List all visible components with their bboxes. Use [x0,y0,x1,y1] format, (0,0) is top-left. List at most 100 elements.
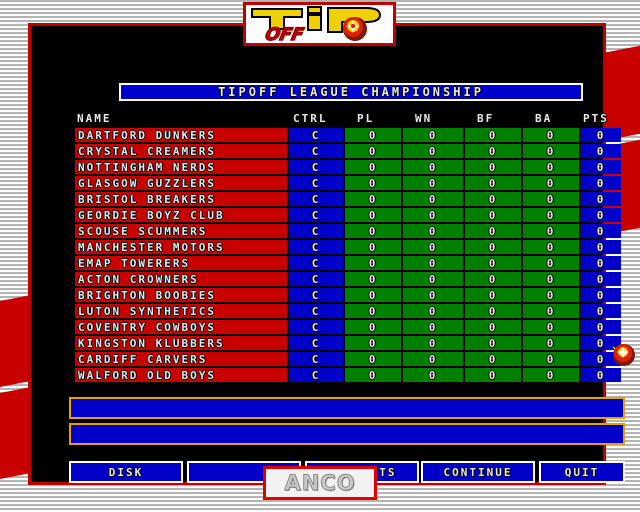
cell-ctrl[interactable]: C [289,304,343,318]
cell-name: GEORDIE BOYZ CLUB [75,208,287,222]
table-row[interactable]: SCOUSE SCUMMERS C 0 0 0 0 0 [75,224,621,238]
cell-pts: 0 [581,240,621,254]
cell-ctrl[interactable]: C [289,128,343,142]
table-row[interactable]: LUTON SYNTHETICS C 0 0 0 0 0 [75,304,621,318]
cell-pl: 0 [345,144,401,158]
cell-pl: 0 [345,272,401,286]
cell-pl-text: 0 [368,160,378,174]
cell-wn-text: 0 [428,192,438,206]
cell-ctrl[interactable]: C [289,368,343,382]
svg-text:OFF: OFF [264,25,306,43]
cell-ba-text: 0 [546,368,556,382]
cell-ba-text: 0 [546,144,556,158]
league-title-text: TIPOFF LEAGUE CHAMPIONSHIP [218,85,484,99]
cell-wn-text: 0 [428,304,438,318]
league-title-bar: TIPOFF LEAGUE CHAMPIONSHIP [119,83,583,101]
cell-ba-text: 0 [546,128,556,142]
cell-name-text: BRIGHTON BOOBIES [78,288,216,302]
cell-ctrl[interactable]: C [289,176,343,190]
cell-ctrl[interactable]: C [289,160,343,174]
cell-ctrl[interactable]: C [289,256,343,270]
table-row[interactable]: EMAP TOWERERS C 0 0 0 0 0 [75,256,621,270]
cell-ba: 0 [523,352,579,366]
cell-pl-text: 0 [368,288,378,302]
cell-ctrl[interactable]: C [289,336,343,350]
column-header-bf: BF [477,112,495,125]
cell-ctrl[interactable]: C [289,288,343,302]
basketball-icon [343,17,367,41]
table-row[interactable]: NOTTINGHAM NERDS C 0 0 0 0 0 [75,160,621,174]
cell-wn: 0 [403,272,463,286]
cell-ctrl[interactable]: C [289,224,343,238]
disk-button[interactable]: DISK [69,461,183,483]
cell-wn: 0 [403,352,463,366]
table-row[interactable]: COVENTRY COWBOYS C 0 0 0 0 0 [75,320,621,334]
cell-pts-text: 0 [596,272,606,286]
cell-bf: 0 [465,256,521,270]
column-header-ba: BA [535,112,553,125]
game-screen: TIPOFF LEAGUE CHAMPIONSHIP NAME CTRL PL WN B… [0,0,640,512]
table-row[interactable]: GLASGOW GUZZLERS C 0 0 0 0 0 [75,176,621,190]
cell-name-text: GEORDIE BOYZ CLUB [78,208,225,222]
cell-name-text: ACTON CROWNERS [78,272,199,286]
cell-bf-text: 0 [488,240,498,254]
cell-pts: 0 [581,208,621,222]
cell-ctrl-text: C [311,160,321,174]
cell-ba-text: 0 [546,320,556,334]
cell-ctrl[interactable]: C [289,144,343,158]
anco-text: ANCO [284,471,356,496]
continue-button[interactable]: CONTINUE [421,461,535,483]
table-row[interactable]: ACTON CROWNERS C 0 0 0 0 0 [75,272,621,286]
cell-wn-text: 0 [428,352,438,366]
cell-wn: 0 [403,256,463,270]
cell-pts-text: 0 [596,256,606,270]
table-row[interactable]: CARDIFF CARVERS C 0 0 0 0 0 [75,352,621,366]
cell-ba-text: 0 [546,240,556,254]
cell-ctrl[interactable]: C [289,320,343,334]
cell-ctrl[interactable]: C [289,352,343,366]
cell-pl: 0 [345,336,401,350]
cell-wn: 0 [403,288,463,302]
cell-wn-text: 0 [428,224,438,238]
cell-ctrl[interactable]: C [289,208,343,222]
table-row[interactable]: BRISTOL BREAKERS C 0 0 0 0 0 [75,192,621,206]
table-row[interactable]: DARTFORD DUNKERS C 0 0 0 0 0 [75,128,621,142]
cell-wn-text: 0 [428,176,438,190]
cell-bf-text: 0 [488,256,498,270]
cell-pts: 0 [581,288,621,302]
cell-bf: 0 [465,192,521,206]
cell-ba: 0 [523,336,579,350]
cell-ba-text: 0 [546,352,556,366]
table-row[interactable]: GEORDIE BOYZ CLUB C 0 0 0 0 0 [75,208,621,222]
cell-ctrl[interactable]: C [289,192,343,206]
table-row[interactable]: KINGSTON KLUBBERS C 0 0 0 0 0 [75,336,621,350]
cell-bf-text: 0 [488,176,498,190]
cell-ctrl-text: C [311,352,321,366]
table-row[interactable]: MANCHESTER MOTORS C 0 0 0 0 0 [75,240,621,254]
cell-pts-text: 0 [596,304,606,318]
cell-ba: 0 [523,144,579,158]
cell-pl: 0 [345,160,401,174]
quit-button[interactable]: QUIT [539,461,625,483]
cell-pl-text: 0 [368,128,378,142]
cell-ctrl[interactable]: C [289,272,343,286]
cell-bf-text: 0 [488,224,498,238]
table-row[interactable]: BRIGHTON BOOBIES C 0 0 0 0 0 [75,288,621,302]
cell-ctrl[interactable]: C [289,240,343,254]
cell-pl-text: 0 [368,256,378,270]
continue-button-label: CONTINUE [443,465,513,479]
cell-wn: 0 [403,320,463,334]
cell-pl-text: 0 [368,208,378,222]
quit-button-label: QUIT [564,465,600,479]
cell-wn-text: 0 [428,272,438,286]
table-row[interactable]: WALFORD OLD BOYS C 0 0 0 0 0 [75,368,621,382]
cell-pl-text: 0 [368,176,378,190]
cell-name: ACTON CROWNERS [75,272,287,286]
cell-pl-text: 0 [368,224,378,238]
cell-bf-text: 0 [488,336,498,350]
cell-pl: 0 [345,192,401,206]
cell-wn: 0 [403,224,463,238]
cell-pts: 0 [581,128,621,142]
table-row[interactable]: CRYSTAL CREAMERS C 0 0 0 0 0 [75,144,621,158]
cell-ctrl-text: C [311,128,321,142]
